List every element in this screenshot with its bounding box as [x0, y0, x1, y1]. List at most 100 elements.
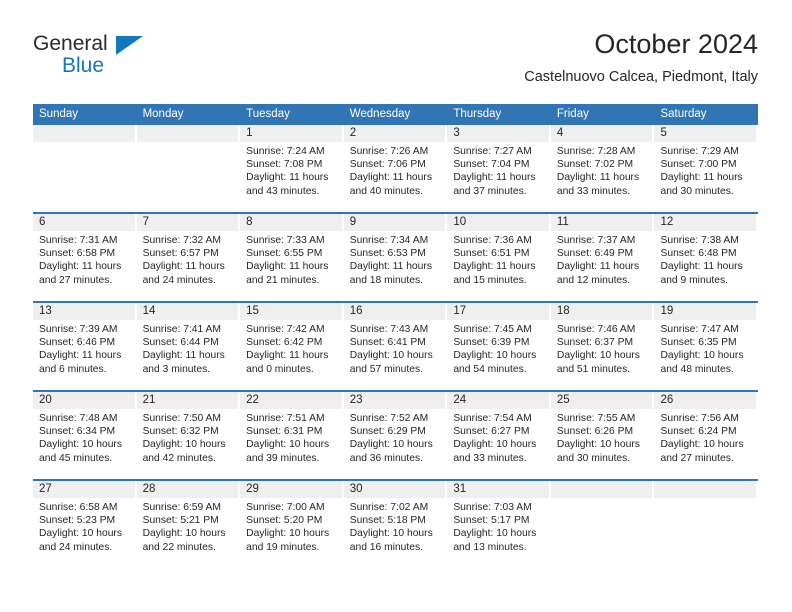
- sunrise-text: Sunrise: 7:55 AM: [556, 413, 636, 424]
- daylight-text-line2: and 13 minutes.: [453, 541, 527, 553]
- calendar-day-cell[interactable]: 13 Sunrise: 7:39 AM Sunset: 6:46 PM Dayligh…: [33, 303, 137, 390]
- day-number: 23: [343, 392, 446, 409]
- sunset-text: Sunset: 6:31 PM: [246, 426, 323, 438]
- weekday-header-saturday: Saturday: [660, 108, 707, 120]
- daylight-text-line2: and 27 minutes.: [39, 274, 113, 286]
- daylight-text-line1: Daylight: 11 hours: [246, 172, 329, 184]
- sunrise-text: Sunrise: 7:46 AM: [556, 324, 636, 335]
- sunrise-text: Sunrise: 7:56 AM: [660, 413, 739, 424]
- daylight-text-line2: and 45 minutes.: [39, 452, 113, 464]
- calendar-day-cell[interactable]: 6 Sunrise: 7:31 AM Sunset: 6:58 PM Daylight…: [33, 214, 137, 301]
- calendar-day-cell[interactable]: 30 Sunrise: 7:02 AM Sunset: 5:18 PM Dayligh…: [343, 481, 448, 570]
- calendar-day-cell[interactable]: 22 Sunrise: 7:51 AM Sunset: 6:31 PM Dayligh…: [240, 392, 344, 479]
- calendar-day-cell[interactable]: 26 Sunrise: 7:56 AM Sunset: 6:24 PM Dayligh…: [654, 392, 759, 479]
- calendar-day-cell[interactable]: 5 Sunrise: 7:29 AM Sunset: 7:00 PM Daylight…: [654, 125, 759, 212]
- sunrise-text: Sunrise: 7:29 AM: [660, 146, 739, 157]
- day-details: Sunrise: 7:33 AM Sunset: 6:55 PM Daylight:…: [240, 231, 342, 287]
- daylight-text-line1: Daylight: 10 hours: [349, 350, 433, 362]
- calendar-day-cell[interactable]: 18 Sunrise: 7:46 AM Sunset: 6:37 PM Dayligh…: [550, 303, 655, 390]
- calendar-day-cell[interactable]: 10 Sunrise: 7:36 AM Sunset: 6:51 PM Dayligh…: [447, 214, 551, 301]
- calendar-day-cell[interactable]: 29 Sunrise: 7:00 AM Sunset: 5:20 PM Dayligh…: [240, 481, 344, 570]
- daylight-text-line2: and 19 minutes.: [246, 541, 320, 553]
- calendar-page: General Blue October 2024 Castelnuovo Ca…: [0, 0, 792, 612]
- daylight-text-line1: Daylight: 10 hours: [453, 528, 537, 540]
- daylight-text-line1: Daylight: 10 hours: [556, 439, 640, 451]
- calendar-day-cell[interactable]: 15 Sunrise: 7:42 AM Sunset: 6:42 PM Dayligh…: [240, 303, 344, 390]
- calendar-day-cell[interactable]: 24 Sunrise: 7:54 AM Sunset: 6:27 PM Dayligh…: [447, 392, 551, 479]
- daylight-text-line2: and 42 minutes.: [142, 452, 216, 464]
- daylight-text-line2: and 37 minutes.: [453, 185, 527, 197]
- calendar-day-cell[interactable]: 3 Sunrise: 7:27 AM Sunset: 7:04 PM Daylight…: [447, 125, 551, 212]
- day-details: Sunrise: 7:34 AM Sunset: 6:53 PM Daylight:…: [344, 231, 446, 287]
- calendar-day-cell[interactable]: 20 Sunrise: 7:48 AM Sunset: 6:34 PM Dayligh…: [33, 392, 137, 479]
- day-number: [654, 481, 757, 498]
- calendar-day-cell[interactable]: 19 Sunrise: 7:47 AM Sunset: 6:35 PM Dayligh…: [654, 303, 759, 390]
- calendar-day-cell[interactable]: 12 Sunrise: 7:38 AM Sunset: 6:48 PM Dayligh…: [654, 214, 759, 301]
- daylight-text-line1: Daylight: 11 hours: [556, 261, 640, 273]
- sunset-text: Sunset: 6:37 PM: [556, 337, 634, 349]
- calendar-week-row: 6 Sunrise: 7:31 AM Sunset: 6:58 PM Daylight…: [33, 214, 759, 303]
- calendar-day-cell[interactable]: 9 Sunrise: 7:34 AM Sunset: 6:53 PM Daylight…: [343, 214, 448, 301]
- day-number: 4: [550, 125, 653, 142]
- calendar-day-cell[interactable]: 11 Sunrise: 7:37 AM Sunset: 6:49 PM Dayligh…: [550, 214, 655, 301]
- sunset-text: Sunset: 7:02 PM: [556, 159, 634, 171]
- day-details: [137, 142, 239, 145]
- logo-triangle-icon: [116, 36, 143, 55]
- calendar-day-cell[interactable]: 31 Sunrise: 7:03 AM Sunset: 5:17 PM Dayligh…: [447, 481, 551, 570]
- page-subtitle: Castelnuovo Calcea, Piedmont, Italy: [524, 69, 758, 85]
- sunset-text: Sunset: 6:32 PM: [142, 426, 219, 438]
- sunset-text: Sunset: 6:26 PM: [556, 426, 634, 438]
- day-details: Sunrise: 7:42 AM Sunset: 6:42 PM Daylight:…: [240, 320, 342, 376]
- weekday-header-friday: Friday: [556, 108, 589, 120]
- day-number: 31: [447, 481, 549, 498]
- calendar-day-cell[interactable]: 28 Sunrise: 6:59 AM Sunset: 5:21 PM Dayligh…: [136, 481, 241, 570]
- weekday-header-tuesday: Tuesday: [246, 108, 290, 120]
- calendar-day-cell[interactable]: 4 Sunrise: 7:28 AM Sunset: 7:02 PM Daylight…: [550, 125, 655, 212]
- daylight-text-line1: Daylight: 11 hours: [453, 172, 536, 184]
- day-number: 22: [240, 392, 342, 409]
- daylight-text-line1: Daylight: 11 hours: [246, 261, 329, 273]
- sunrise-text: Sunrise: 7:31 AM: [39, 235, 118, 246]
- daylight-text-line1: Daylight: 11 hours: [246, 350, 329, 362]
- day-details: Sunrise: 7:31 AM Sunset: 6:58 PM Daylight:…: [33, 231, 135, 287]
- day-details: Sunrise: 7:27 AM Sunset: 7:04 PM Daylight:…: [447, 142, 549, 198]
- sunset-text: Sunset: 6:48 PM: [660, 248, 737, 260]
- sunrise-text: Sunrise: 7:36 AM: [453, 235, 532, 246]
- sunrise-text: Sunrise: 7:03 AM: [453, 502, 532, 513]
- daylight-text-line1: Daylight: 10 hours: [453, 439, 537, 451]
- day-details: Sunrise: 7:52 AM Sunset: 6:29 PM Daylight:…: [344, 409, 446, 465]
- generalblue-logo[interactable]: General Blue: [33, 32, 173, 88]
- calendar-day-cell[interactable]: 27 Sunrise: 6:58 AM Sunset: 5:23 PM Dayligh…: [33, 481, 137, 570]
- calendar-day-cell[interactable]: 25 Sunrise: 7:55 AM Sunset: 6:26 PM Dayligh…: [550, 392, 655, 479]
- calendar-day-cell[interactable]: 8 Sunrise: 7:33 AM Sunset: 6:55 PM Daylight…: [240, 214, 344, 301]
- calendar-day-cell[interactable]: 16 Sunrise: 7:43 AM Sunset: 6:41 PM Dayligh…: [343, 303, 448, 390]
- day-number: 12: [654, 214, 757, 231]
- sunset-text: Sunset: 5:17 PM: [453, 515, 530, 527]
- calendar-day-cell[interactable]: 17 Sunrise: 7:45 AM Sunset: 6:39 PM Dayligh…: [447, 303, 551, 390]
- day-number: 24: [447, 392, 549, 409]
- calendar-day-cell[interactable]: 14 Sunrise: 7:41 AM Sunset: 6:44 PM Dayligh…: [136, 303, 241, 390]
- day-details: Sunrise: 6:58 AM Sunset: 5:23 PM Daylight:…: [33, 498, 135, 554]
- day-details: Sunrise: 7:55 AM Sunset: 6:26 PM Daylight:…: [551, 409, 653, 465]
- calendar-day-cell[interactable]: 7 Sunrise: 7:32 AM Sunset: 6:57 PM Daylight…: [136, 214, 241, 301]
- day-number: 26: [654, 392, 757, 409]
- sunset-text: Sunset: 6:53 PM: [349, 248, 426, 260]
- logo-text-blue: Blue: [62, 54, 105, 77]
- calendar-day-cell-empty: [654, 481, 759, 570]
- sunrise-text: Sunrise: 7:27 AM: [453, 146, 532, 157]
- sunrise-text: Sunrise: 7:51 AM: [246, 413, 325, 424]
- page-title: October 2024: [594, 29, 758, 59]
- calendar-day-cell[interactable]: 21 Sunrise: 7:50 AM Sunset: 6:32 PM Dayligh…: [136, 392, 241, 479]
- sunset-text: Sunset: 5:20 PM: [246, 515, 323, 527]
- calendar-day-cell-empty: [550, 481, 655, 570]
- day-details: Sunrise: 7:26 AM Sunset: 7:06 PM Daylight:…: [344, 142, 446, 198]
- day-details: [33, 142, 135, 145]
- daylight-text-line1: Daylight: 11 hours: [349, 261, 432, 273]
- calendar-day-cell[interactable]: 2 Sunrise: 7:26 AM Sunset: 7:06 PM Daylight…: [343, 125, 448, 212]
- day-details: Sunrise: 7:50 AM Sunset: 6:32 PM Daylight:…: [137, 409, 239, 465]
- calendar-day-cell[interactable]: 1 Sunrise: 7:24 AM Sunset: 7:08 PM Daylight…: [240, 125, 344, 212]
- daylight-text-line2: and 36 minutes.: [349, 452, 424, 464]
- daylight-text-line1: Daylight: 10 hours: [246, 439, 330, 451]
- daylight-text-line1: Daylight: 10 hours: [556, 350, 640, 362]
- calendar-day-cell[interactable]: 23 Sunrise: 7:52 AM Sunset: 6:29 PM Dayligh…: [343, 392, 448, 479]
